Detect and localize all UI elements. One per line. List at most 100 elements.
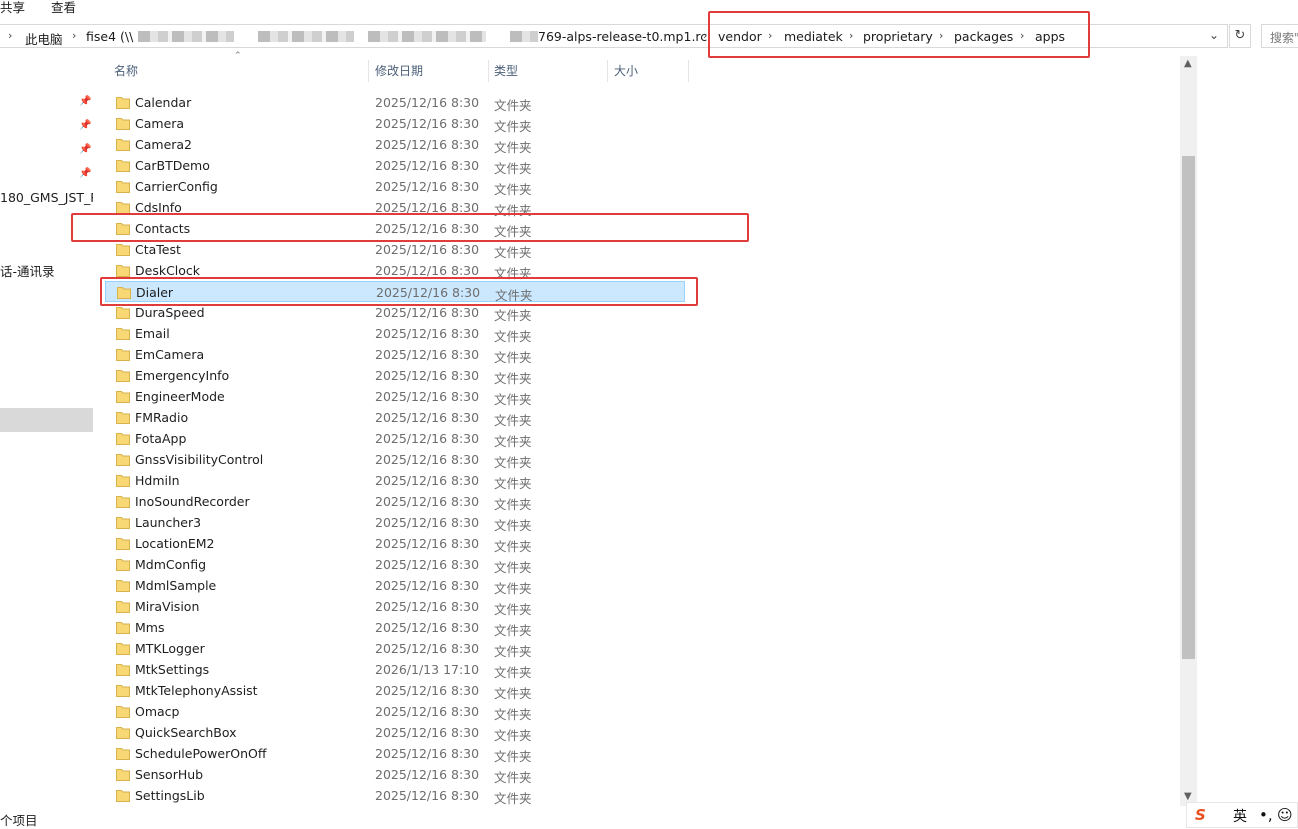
breadcrumb-host[interactable]: fise4 (\\ [86,29,133,44]
ime-language-toggle[interactable]: 英 [1233,806,1247,826]
file-type: 文件夹 [494,392,532,407]
emoji-icon[interactable]: ☺ [1277,806,1293,824]
folder-icon [116,622,130,634]
chevron-right-icon: › [703,29,708,42]
list-item[interactable]: EmCamera 2025/12/16 8:30 文件夹 [105,344,685,365]
list-item[interactable]: CtaTest 2025/12/16 8:30 文件夹 [105,239,685,260]
list-item[interactable]: MdmConfig 2025/12/16 8:30 文件夹 [105,554,685,575]
file-name: CarrierConfig [135,179,218,194]
file-date: 2025/12/16 8:30 [375,473,480,488]
file-date: 2025/12/16 8:30 [375,515,480,530]
chevron-right-icon: › [8,29,13,42]
list-item[interactable]: Calendar 2025/12/16 8:30 文件夹 [105,92,685,113]
folder-icon [116,307,130,319]
file-date: 2025/12/16 8:30 [375,452,480,467]
refresh-button[interactable]: ↻ [1229,24,1251,48]
folder-icon [116,727,130,739]
navigation-pane: 📌 📌 📌 📌 180_GMS_JST_RE 话-通讯录 [0,56,93,806]
nav-item-selected[interactable] [0,408,93,432]
folder-icon [116,643,130,655]
list-item[interactable]: InoSoundRecorder 2025/12/16 8:30 文件夹 [105,491,685,512]
list-item[interactable]: Mms 2025/12/16 8:30 文件夹 [105,617,685,638]
folder-icon [116,559,130,571]
file-date: 2025/12/16 8:30 [375,788,480,803]
search-input[interactable]: 搜索" [1261,24,1298,48]
pin-icon: 📌 [79,120,92,131]
file-name: MtkSettings [135,662,210,677]
folder-icon [116,517,130,529]
list-item[interactable]: Omacp 2025/12/16 8:30 文件夹 [105,701,685,722]
sogou-logo-icon[interactable]: S [1195,806,1206,824]
file-type: 文件夹 [494,119,532,134]
file-type: 文件夹 [494,350,532,365]
list-item[interactable]: FotaApp 2025/12/16 8:30 文件夹 [105,428,685,449]
file-date: 2025/12/16 8:30 [375,746,480,761]
file-type: 文件夹 [494,308,532,323]
list-item[interactable]: MTKLogger 2025/12/16 8:30 文件夹 [105,638,685,659]
file-name: MdmConfig [135,557,207,572]
scroll-up-icon[interactable]: ▲ [1184,58,1192,69]
scrollbar-thumb[interactable] [1182,156,1195,659]
file-date: 2025/12/16 8:30 [375,242,480,257]
ribbon-tab-view[interactable]: 查看 [51,0,76,16]
redacted-path [510,31,538,42]
highlight-dialer-row [100,277,698,306]
list-item[interactable]: HdmiIn 2025/12/16 8:30 文件夹 [105,470,685,491]
list-item[interactable]: EmergencyInfo 2025/12/16 8:30 文件夹 [105,365,685,386]
file-name: DuraSpeed [135,305,205,320]
list-item[interactable]: SensorHub 2025/12/16 8:30 文件夹 [105,764,685,785]
folder-icon [116,601,130,613]
file-date: 2025/12/16 8:30 [375,683,480,698]
list-item[interactable]: Camera 2025/12/16 8:30 文件夹 [105,113,685,134]
list-item[interactable]: CarBTDemo 2025/12/16 8:30 文件夹 [105,155,685,176]
file-name: EmergencyInfo [135,368,230,383]
folder-icon [116,706,130,718]
file-type: 文件夹 [494,602,532,617]
folder-icon [116,580,130,592]
vertical-scrollbar[interactable]: ▲ ▼ [1180,56,1197,806]
file-date: 2025/12/16 8:30 [375,641,480,656]
nav-item-contacts[interactable]: 话-通讯录 [0,261,93,280]
file-type: 文件夹 [494,371,532,386]
list-item[interactable]: SettingsLib 2025/12/16 8:30 文件夹 [105,785,685,806]
list-item[interactable]: MdmlSample 2025/12/16 8:30 文件夹 [105,575,685,596]
file-name: EngineerMode [135,389,225,404]
file-type: 文件夹 [494,791,532,806]
list-item[interactable]: GnssVisibilityControl 2025/12/16 8:30 文件夹 [105,449,685,470]
file-date: 2025/12/16 8:30 [375,578,480,593]
file-name: SettingsLib [135,788,205,803]
file-type: 文件夹 [494,686,532,701]
list-item[interactable]: EngineerMode 2025/12/16 8:30 文件夹 [105,386,685,407]
list-item[interactable]: QuickSearchBox 2025/12/16 8:30 文件夹 [105,722,685,743]
list-item[interactable]: LocationEM2 2025/12/16 8:30 文件夹 [105,533,685,554]
file-date: 2025/12/16 8:30 [375,704,480,719]
punctuation-icon[interactable]: •, [1259,806,1273,824]
list-item[interactable]: Camera2 2025/12/16 8:30 文件夹 [105,134,685,155]
list-item[interactable]: Launcher3 2025/12/16 8:30 文件夹 [105,512,685,533]
file-type: 文件夹 [494,518,532,533]
file-date: 2025/12/16 8:30 [375,95,480,110]
list-item[interactable]: MtkSettings 2026/1/13 17:10 文件夹 [105,659,685,680]
file-name: SchedulePowerOnOff [135,746,267,761]
list-item[interactable]: MiraVision 2025/12/16 8:30 文件夹 [105,596,685,617]
list-item[interactable]: MtkTelephonyAssist 2025/12/16 8:30 文件夹 [105,680,685,701]
file-type: 文件夹 [494,770,532,785]
list-item-clipped[interactable] [105,76,685,92]
breadcrumb-this-pc[interactable]: 此电脑 [25,29,63,48]
chevron-down-icon[interactable]: ⌄ [1209,28,1219,42]
scroll-down-icon[interactable]: ▼ [1184,791,1192,802]
breadcrumb-release[interactable]: 769-alps-release-t0.mp1.rc [538,29,707,44]
file-date: 2025/12/16 8:30 [375,368,480,383]
nav-item-build[interactable]: 180_GMS_JST_RE [0,190,93,205]
list-item[interactable]: Email 2025/12/16 8:30 文件夹 [105,323,685,344]
pin-icon: 📌 [79,168,92,179]
file-date: 2026/1/13 17:10 [375,662,480,677]
refresh-icon: ↻ [1234,28,1246,43]
ribbon-tab-share[interactable]: 共享 [0,0,25,16]
file-name: MdmlSample [135,578,217,593]
file-date: 2025/12/16 8:30 [375,725,480,740]
list-item[interactable]: SchedulePowerOnOff 2025/12/16 8:30 文件夹 [105,743,685,764]
file-name: Email [135,326,170,341]
list-item[interactable]: FMRadio 2025/12/16 8:30 文件夹 [105,407,685,428]
list-item[interactable]: CarrierConfig 2025/12/16 8:30 文件夹 [105,176,685,197]
